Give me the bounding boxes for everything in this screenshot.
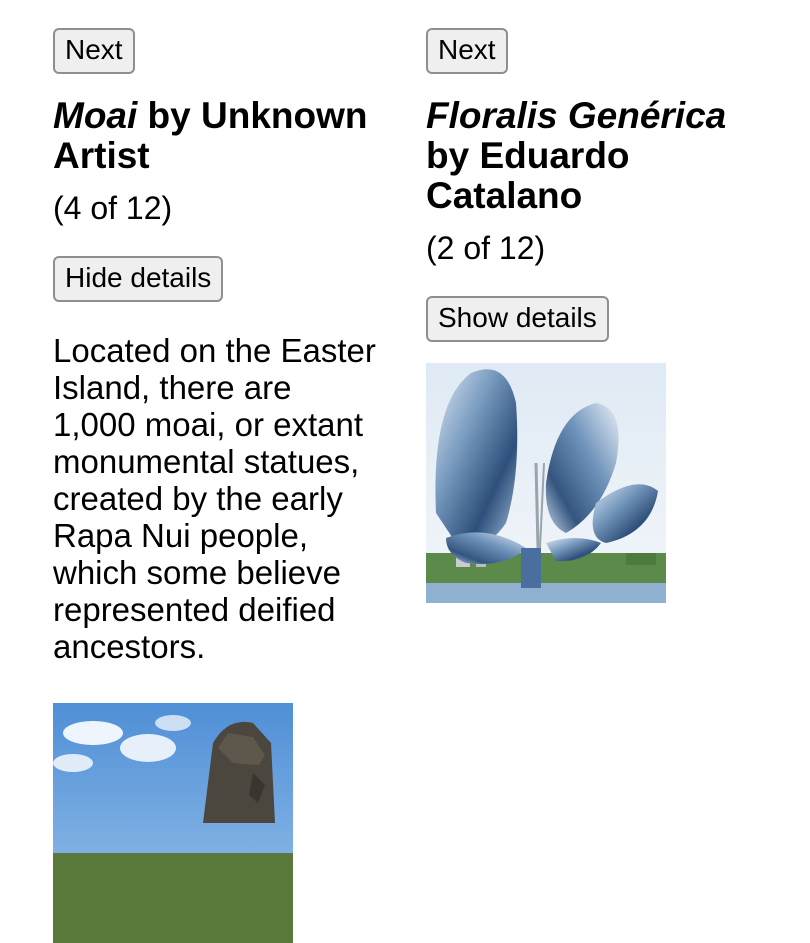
- artwork-artist: by Eduardo Catalano: [426, 134, 630, 216]
- artwork-counter: (2 of 12): [426, 229, 546, 266]
- next-button[interactable]: Next: [426, 28, 508, 74]
- floralis-generica-photo: [426, 362, 666, 603]
- hide-details-button[interactable]: Hide details: [53, 255, 224, 302]
- artwork-title: Moai by Unknown Artist: [53, 94, 383, 176]
- artwork-name: Floralis Genérica: [426, 94, 727, 136]
- moai-photo: [53, 702, 293, 943]
- next-button[interactable]: Next: [53, 28, 135, 74]
- artwork-counter: (4 of 12): [53, 189, 173, 226]
- gallery-right: Next Floralis Genérica by Eduardo Catala…: [426, 28, 756, 603]
- gallery-left: Next Moai by Unknown Artist (4 of 12) Hi…: [53, 28, 383, 943]
- artwork-title: Floralis Genérica by Eduardo Catalano: [426, 94, 756, 216]
- artwork-name: Moai: [53, 94, 138, 136]
- artwork-description: Located on the Easter Island, there are …: [53, 331, 376, 665]
- show-details-button[interactable]: Show details: [426, 295, 609, 342]
